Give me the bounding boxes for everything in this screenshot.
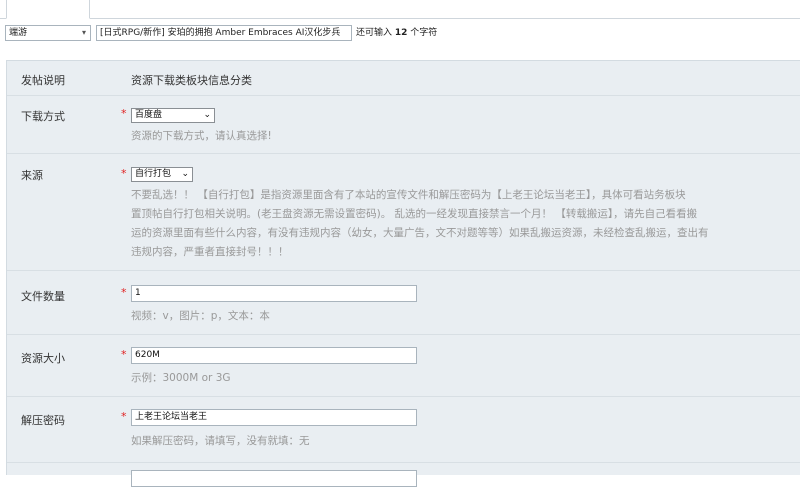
thread-type-value: 端游: [9, 28, 28, 38]
source-select[interactable]: 自行打包 ⌄: [131, 167, 193, 182]
download-hint: 资源的下载方式，请认真选择!: [131, 130, 272, 142]
row-file-count: 文件数量 * 1 视频：v，图片：p，文本：本: [7, 270, 800, 335]
source-hint-line: 置顶帖自行打包相关说明。(老王盘资源无需设置密码)。 乱选的一经发现直接禁言一个…: [131, 208, 698, 220]
password-label: 解压密码: [21, 414, 65, 427]
intro-label: 发帖说明: [21, 74, 65, 87]
remaining-prefix: 还可输入: [356, 28, 393, 38]
required-mark: *: [121, 410, 127, 423]
source-hint-line: 不要乱选！！ 【自行打包】是指资源里面含有了本站的宣传文件和解压密码为【上老王论…: [131, 189, 686, 201]
remaining-count: 12: [394, 28, 408, 38]
file-count-hint: 视频：v，图片：p，文本：本: [131, 310, 270, 322]
required-mark: *: [121, 107, 127, 120]
source-hint-line: 违规内容，严重者直接封号！！！: [131, 246, 289, 258]
row-password: 解压密码 * 上老王论坛当老王 如果解压密码，请填写，没有就填：无: [7, 396, 800, 463]
size-value: 620M: [135, 350, 160, 360]
password-hint: 如果解压密码，请填写，没有就填：无: [131, 435, 310, 447]
file-count-label: 文件数量: [21, 290, 65, 303]
size-input[interactable]: 620M: [131, 347, 417, 364]
row-size: 资源大小 * 620M 示例：3000M or 3G: [7, 334, 800, 397]
thread-type-select[interactable]: 端游 ▾: [5, 25, 91, 41]
source-hint: 不要乱选！！ 【自行打包】是指资源里面含有了本站的宣传文件和解压密码为【上老王论…: [131, 186, 709, 262]
tab-active[interactable]: [6, 0, 90, 19]
size-hint: 示例：3000M or 3G: [131, 372, 231, 384]
thread-title-input[interactable]: [日式RPG/新作] 安珀的拥抱 Amber Embraces AI汉化步兵: [96, 25, 352, 41]
next-input[interactable]: [131, 470, 417, 487]
file-count-value: 1: [135, 288, 141, 298]
source-label: 来源: [21, 169, 43, 182]
chevron-down-icon: ▾: [81, 28, 86, 37]
intro-value: 资源下载类板块信息分类: [131, 74, 252, 87]
required-mark: *: [121, 286, 127, 299]
remaining-chars: 还可输入 12 个字符: [356, 25, 437, 41]
row-source: 来源 * 自行打包 ⌄ 不要乱选！！ 【自行打包】是指资源里面含有了本站的宣传文…: [7, 153, 800, 271]
download-method-select[interactable]: 百度盘 ⌄: [131, 108, 215, 123]
download-label: 下载方式: [21, 110, 65, 123]
password-input[interactable]: 上老王论坛当老王: [131, 409, 417, 426]
tab-strip: [0, 0, 800, 19]
source-selected: 自行打包: [135, 169, 172, 179]
post-form-panel: 发帖说明 资源下载类板块信息分类 下载方式 * 百度盘 ⌄ 资源的下载方式，请认…: [6, 60, 800, 487]
chevron-down-icon: ⌄: [203, 110, 211, 120]
required-mark: *: [121, 167, 127, 180]
required-mark: *: [121, 348, 127, 361]
size-label: 资源大小: [21, 352, 65, 365]
row-next: [7, 462, 800, 502]
chevron-down-icon: ⌄: [181, 169, 189, 179]
source-hint-line: 运的资源里面有些什么内容，有没有违规内容（幼女，大量广告，文不对题等等）如果乱搬…: [131, 227, 709, 239]
thread-title-value: [日式RPG/新作] 安珀的拥抱 Amber Embraces AI汉化步兵: [100, 28, 341, 38]
password-value: 上老王论坛当老王: [135, 412, 208, 422]
file-count-input[interactable]: 1: [131, 285, 417, 302]
download-selected: 百度盘: [135, 110, 163, 120]
row-intro: 发帖说明 资源下载类板块信息分类: [7, 61, 800, 96]
remaining-suffix: 个字符: [410, 28, 438, 38]
row-download-method: 下载方式 * 百度盘 ⌄ 资源的下载方式，请认真选择!: [7, 95, 800, 154]
